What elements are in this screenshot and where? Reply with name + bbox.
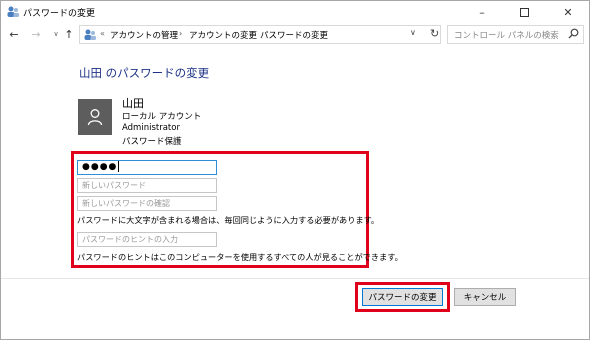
breadcrumb-separator-icon[interactable]: › — [250, 29, 253, 38]
page-title: 山田 のパスワードの変更 — [79, 66, 210, 80]
maximize-icon — [519, 7, 529, 17]
address-bar[interactable]: « アカウントの管理 › アカウントの変更 › パスワードの変更 ∨ ↻ — [79, 25, 441, 44]
current-password-value: ●●●● — [82, 162, 118, 172]
password-hint-placeholder: パスワードのヒントの入力 — [82, 235, 178, 244]
refresh-icon[interactable]: ↻ — [430, 27, 439, 40]
forward-arrow-icon: → — [31, 27, 41, 41]
breadcrumb-change-account[interactable]: アカウントの変更 — [189, 29, 257, 41]
up-arrow-icon: ↑ — [64, 27, 74, 41]
back-arrow-icon: ← — [9, 27, 19, 41]
current-password-field[interactable]: ●●●● — [77, 160, 217, 175]
footer-divider — [1, 278, 589, 279]
navigation-bar: ← → ∨ ↑ « アカウントの管理 › アカウントの変更 › パスワードの変更… — [1, 23, 589, 47]
account-role: Administrator — [122, 123, 180, 133]
search-input[interactable]: コントロール パネルの検索 — [447, 25, 584, 44]
change-password-button[interactable]: パスワードの変更 — [362, 288, 443, 306]
confirm-password-placeholder: 新しいパスワードの確認 — [82, 199, 170, 208]
text-caret — [118, 161, 120, 172]
title-bar: パスワードの変更 – ✕ — [1, 1, 589, 23]
up-button[interactable]: ↑ — [62, 27, 76, 41]
address-dropdown-icon[interactable]: ∨ — [410, 28, 416, 37]
back-button[interactable]: ← — [7, 27, 21, 41]
user-icon — [87, 109, 103, 126]
account-protection: パスワード保護 — [122, 137, 182, 147]
minimize-icon: – — [479, 5, 485, 19]
window-title: パスワードの変更 — [23, 9, 96, 19]
control-panel-users-icon — [84, 29, 96, 40]
confirm-password-field[interactable]: 新しいパスワードの確認 — [77, 196, 217, 211]
close-icon: ✕ — [563, 5, 573, 19]
users-app-icon — [7, 6, 19, 17]
search-icon — [568, 28, 579, 39]
password-hint-field[interactable]: パスワードのヒントの入力 — [77, 232, 217, 247]
cancel-button[interactable]: キャンセル — [454, 288, 516, 306]
chevron-down-icon: ∨ — [53, 30, 59, 38]
user-avatar — [78, 99, 112, 135]
recent-locations-button[interactable]: ∨ — [49, 27, 63, 41]
breadcrumb-manage-accounts[interactable]: アカウントの管理 — [110, 29, 178, 41]
breadcrumb-overflow-icon[interactable]: « — [100, 29, 105, 38]
user-name: 山田 — [122, 97, 144, 110]
forward-button[interactable]: → — [29, 27, 43, 41]
hint-visibility-note: パスワードのヒントはこのコンピューターを使用するすべての人が見ることができます。 — [77, 252, 403, 262]
new-password-placeholder: 新しいパスワード — [82, 181, 146, 190]
minimize-button[interactable]: – — [461, 1, 503, 23]
password-change-window: パスワードの変更 – ✕ ← → ∨ ↑ « アカウントの管理 › アカウントの… — [0, 0, 590, 340]
breadcrumb-separator-icon[interactable]: › — [179, 29, 182, 38]
breadcrumb-change-password[interactable]: パスワードの変更 — [260, 29, 328, 41]
search-placeholder: コントロール パネルの検索 — [454, 31, 559, 41]
new-password-field[interactable]: 新しいパスワード — [77, 178, 217, 193]
close-button[interactable]: ✕ — [547, 1, 589, 23]
account-type: ローカル アカウント — [122, 112, 202, 122]
maximize-button[interactable] — [503, 1, 545, 23]
case-sensitivity-note: パスワードに大文字が含まれる場合は、毎回同じように入力する必要があります。 — [77, 215, 380, 225]
